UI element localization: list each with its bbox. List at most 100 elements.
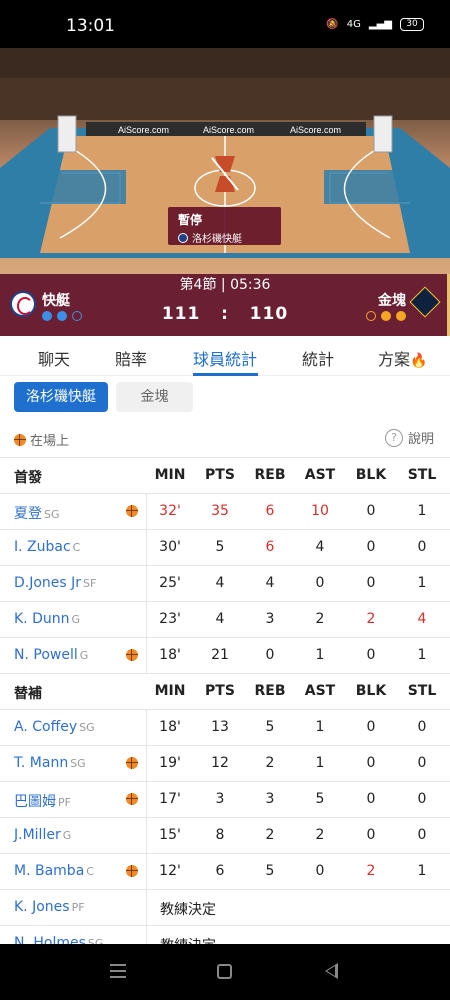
stat-reb: 6: [265, 539, 275, 555]
banner-text-2: AiScore.com: [203, 125, 254, 135]
banner-text-3: AiScore.com: [290, 125, 341, 135]
stat-reb: 2: [265, 755, 275, 771]
table-row[interactable]: J.Miller G 15' 8 2 2 0 0: [0, 817, 450, 854]
scoreboard: 快艇 第4節 | 05:36 111 : 110 金塊: [0, 274, 450, 336]
player-position: SF: [83, 577, 97, 590]
player-name[interactable]: 巴圖姆 PF: [14, 791, 71, 811]
col-header: PTS: [205, 683, 235, 699]
player-name[interactable]: K. Dunn G: [14, 611, 80, 627]
column-divider: [146, 746, 147, 782]
stat-stl: 0: [417, 791, 427, 807]
tab-odds[interactable]: 賠率: [115, 346, 147, 370]
stat-ast: 4: [315, 539, 325, 555]
table-row[interactable]: M. Bamba C 12' 6 5 0 2 1: [0, 853, 450, 890]
stat-stl: 0: [417, 755, 427, 771]
stat-reb: 3: [265, 611, 275, 627]
column-divider: [146, 782, 147, 818]
player-name[interactable]: J.Miller G: [14, 827, 71, 843]
table-row[interactable]: K. Dunn G 23' 4 3 2 2 4: [0, 601, 450, 638]
col-header: AST: [304, 467, 336, 483]
table-row[interactable]: I. Zubac C 30' 5 6 4 0 0: [0, 529, 450, 566]
mute-icon: 🔕: [326, 19, 339, 30]
table-row[interactable]: 夏登 SG 32' 35 6 10 0 1: [0, 493, 450, 530]
player-name[interactable]: N. Powell G: [14, 647, 88, 663]
timeout-dot: [396, 311, 406, 321]
stat-stl: 1: [417, 575, 427, 591]
player-name[interactable]: M. Bamba C: [14, 863, 94, 879]
player-position: C: [72, 541, 81, 554]
recent-apps-icon[interactable]: [110, 964, 126, 978]
section-title: 首發: [14, 470, 42, 486]
player-position: SG: [70, 757, 86, 770]
tab-stats[interactable]: 統計: [302, 346, 334, 370]
flame-icon: 🔥: [410, 353, 428, 369]
player-name[interactable]: K. Jones PF: [14, 899, 85, 915]
col-header: REB: [254, 467, 286, 483]
stat-ast: 5: [315, 791, 325, 807]
player-position: PF: [71, 901, 85, 914]
stat-stl: 0: [417, 827, 427, 843]
on-court-icon: [126, 649, 138, 661]
away-team-toggle[interactable]: 金塊: [116, 382, 193, 412]
stat-stl: 1: [417, 647, 427, 663]
dnp-note: 教練決定: [160, 935, 216, 944]
column-divider: [146, 638, 147, 674]
column-divider: [146, 494, 147, 530]
tab-tips[interactable]: 方案🔥: [378, 346, 427, 370]
player-position: SG: [87, 937, 104, 944]
banner-text-1: AiScore.com: [118, 125, 169, 135]
stat-ast: 2: [315, 611, 325, 627]
table-row[interactable]: 巴圖姆 PF 17' 3 3 5 0 0: [0, 781, 450, 818]
tab-chat[interactable]: 聊天: [38, 346, 70, 370]
column-divider: [146, 710, 147, 746]
home-team-toggle[interactable]: 洛杉磯快艇: [14, 382, 108, 412]
player-name[interactable]: T. Mann SG: [14, 755, 86, 771]
column-divider: [146, 566, 147, 602]
status-bar: 13:01 🔕 4G ▂▄▆ 30: [0, 0, 450, 48]
main-tabs: 聊天 賠率 球員統計 統計 方案🔥: [0, 336, 450, 376]
stat-stl: 1: [417, 863, 427, 879]
stat-ast: 0: [315, 575, 325, 591]
stat-pts: 12: [211, 755, 229, 771]
table-row[interactable]: K. Jones PF 教練決定: [0, 889, 450, 926]
player-name[interactable]: N. Holmes SG: [14, 935, 103, 944]
question-icon: ?: [384, 428, 403, 447]
away-team-name[interactable]: 金塊: [378, 290, 406, 310]
table-row[interactable]: D.Jones Jr SF 25' 4 4 0 0 1: [0, 565, 450, 602]
col-header: STL: [407, 683, 437, 699]
table-row[interactable]: A. Coffey SG 18' 13 5 1 0 0: [0, 709, 450, 746]
table-row[interactable]: T. Mann SG 19' 12 2 1 0 0: [0, 745, 450, 782]
stat-reb: 6: [265, 503, 275, 519]
stat-min: 32': [159, 503, 181, 519]
home-icon[interactable]: [217, 964, 232, 979]
stat-reb: 5: [265, 719, 275, 735]
player-position: PF: [58, 796, 71, 809]
home-score: 111: [161, 304, 201, 324]
table-row[interactable]: N. Powell G 18' 21 0 1 0 1: [0, 637, 450, 674]
help-button[interactable]: ? 說明: [384, 428, 434, 447]
player-name[interactable]: I. Zubac C: [14, 539, 80, 555]
player-position: SG: [79, 721, 95, 734]
stat-blk: 0: [366, 755, 376, 771]
away-timeouts: [366, 311, 406, 321]
stat-blk: 0: [366, 575, 376, 591]
player-position: SG: [44, 508, 60, 521]
stat-reb: 3: [265, 791, 275, 807]
timeout-banner: 暫停 洛杉磯快艇: [168, 207, 281, 245]
stat-blk: 0: [366, 719, 376, 735]
player-stats-panel: 洛杉磯快艇 金塊 在場上 ? 說明 首發 MIN PTS REB AST BLK…: [0, 376, 450, 944]
table-row[interactable]: N. HolmesSG 教練決定: [0, 925, 450, 944]
stat-min: 17': [159, 791, 181, 807]
stat-reb: 4: [265, 575, 275, 591]
player-name[interactable]: 夏登 SG: [14, 503, 60, 523]
player-name[interactable]: D.Jones Jr SF: [14, 575, 96, 591]
back-icon[interactable]: [325, 963, 338, 979]
player-position: G: [79, 649, 89, 662]
player-name[interactable]: A. Coffey SG: [14, 719, 95, 735]
stat-ast: 1: [315, 719, 325, 735]
timeout-team: 洛杉磯快艇: [178, 230, 271, 245]
player-position: G: [71, 613, 81, 626]
on-court-icon: [126, 505, 138, 517]
battery-icon: 30: [400, 18, 424, 31]
tab-player-stats[interactable]: 球員統計: [193, 346, 257, 370]
